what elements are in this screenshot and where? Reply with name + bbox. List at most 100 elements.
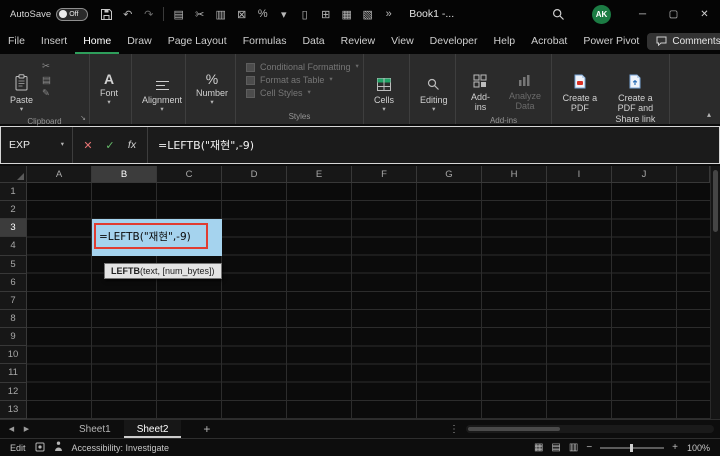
col-header[interactable]: E bbox=[287, 166, 352, 183]
select-all-button[interactable] bbox=[0, 166, 27, 183]
zoom-level[interactable]: 100% bbox=[686, 443, 710, 453]
copy-icon[interactable]: ▤ bbox=[42, 76, 51, 86]
col-header[interactable]: J bbox=[612, 166, 677, 183]
cell-styles-button[interactable]: Cell Styles ▾ bbox=[246, 88, 359, 98]
tab-insert[interactable]: Insert bbox=[33, 28, 75, 54]
tab-formulas[interactable]: Formulas bbox=[235, 28, 295, 54]
qat-cut-icon[interactable]: ✂ bbox=[189, 8, 210, 21]
editing-menu-button[interactable]: Editing ▾ bbox=[414, 61, 454, 117]
accessibility-status[interactable]: Accessibility: Investigate bbox=[72, 443, 170, 453]
col-header[interactable]: B bbox=[92, 166, 157, 183]
row-header[interactable]: 12 bbox=[0, 383, 27, 401]
row-header[interactable]: 6 bbox=[0, 274, 27, 292]
row-header[interactable]: 1 bbox=[0, 183, 27, 201]
autosave-toggle[interactable]: AutoSave Off bbox=[10, 8, 88, 21]
user-avatar[interactable]: AK bbox=[592, 5, 611, 24]
insert-function-button[interactable]: fx bbox=[121, 139, 143, 151]
cells-menu-button[interactable]: Cells ▾ bbox=[368, 61, 400, 117]
row-header[interactable]: 10 bbox=[0, 346, 27, 364]
new-sheet-button[interactable]: + bbox=[203, 420, 210, 438]
macro-record-icon[interactable] bbox=[35, 442, 45, 454]
normal-view-icon[interactable]: ▦ bbox=[534, 442, 543, 453]
horizontal-scrollbar[interactable] bbox=[466, 425, 714, 433]
prev-sheet-icon[interactable]: ◀ bbox=[4, 420, 19, 438]
col-header[interactable]: D bbox=[222, 166, 287, 183]
qat-sort-icon[interactable]: ▾ bbox=[273, 8, 294, 21]
page-break-view-icon[interactable]: ▥ bbox=[569, 442, 578, 453]
qat-copy-icon[interactable]: ▤ bbox=[168, 8, 189, 21]
undo-icon[interactable]: ↶ bbox=[117, 8, 138, 21]
tab-acrobat[interactable]: Acrobat bbox=[523, 28, 575, 54]
zoom-slider[interactable] bbox=[600, 447, 664, 449]
col-header[interactable]: H bbox=[482, 166, 547, 183]
row-header[interactable]: 7 bbox=[0, 292, 27, 310]
tab-file[interactable]: File bbox=[0, 28, 33, 54]
autosave-switch[interactable]: Off bbox=[56, 8, 88, 21]
qat-pivot-icon[interactable]: ▧ bbox=[357, 8, 378, 21]
col-header[interactable]: I bbox=[547, 166, 612, 183]
format-as-table-button[interactable]: Format as Table ▾ bbox=[246, 75, 359, 85]
redo-icon[interactable]: ↷ bbox=[138, 8, 159, 21]
tab-draw[interactable]: Draw bbox=[119, 28, 160, 54]
qat-chart-icon[interactable]: ▦ bbox=[336, 8, 357, 21]
save-icon[interactable] bbox=[96, 8, 117, 21]
search-icon[interactable] bbox=[546, 8, 570, 21]
cancel-icon[interactable]: ✕ bbox=[77, 139, 99, 152]
tab-home[interactable]: Home bbox=[75, 28, 119, 54]
row-header[interactable]: 8 bbox=[0, 310, 27, 328]
sheet-tab-sheet1[interactable]: Sheet1 bbox=[66, 420, 124, 438]
tab-help[interactable]: Help bbox=[486, 28, 524, 54]
row-header[interactable]: 3 bbox=[0, 219, 27, 237]
maximize-button[interactable]: ▢ bbox=[658, 0, 689, 28]
comments-button[interactable]: Comments bbox=[647, 33, 720, 50]
col-header[interactable]: G bbox=[417, 166, 482, 183]
vertical-scrollbar[interactable] bbox=[710, 166, 720, 419]
tab-view[interactable]: View bbox=[383, 28, 422, 54]
qat-percent-icon[interactable]: % bbox=[252, 8, 273, 20]
paste-button[interactable]: Paste ▾ bbox=[4, 57, 39, 117]
row-header[interactable]: 13 bbox=[0, 401, 27, 419]
page-layout-view-icon[interactable]: ▤ bbox=[551, 442, 560, 453]
vertical-scrollbar-thumb[interactable] bbox=[713, 170, 718, 232]
tab-page-layout[interactable]: Page Layout bbox=[160, 28, 235, 54]
tab-power-pivot[interactable]: Power Pivot bbox=[575, 28, 647, 54]
col-header[interactable]: F bbox=[352, 166, 417, 183]
analyze-data-button[interactable]: Analyze Data bbox=[503, 57, 547, 115]
col-header[interactable]: C bbox=[157, 166, 222, 183]
qat-new-doc-icon[interactable]: ▯ bbox=[294, 8, 315, 21]
name-box[interactable]: EXP ▾ bbox=[1, 127, 73, 163]
addins-button[interactable]: Add-ins bbox=[460, 57, 501, 116]
zoom-in-button[interactable]: + bbox=[672, 442, 678, 453]
row-header[interactable]: 11 bbox=[0, 364, 27, 382]
qat-delete-icon[interactable]: ⊠ bbox=[231, 8, 252, 21]
horizontal-scrollbar-thumb[interactable] bbox=[468, 427, 560, 431]
tab-data[interactable]: Data bbox=[294, 28, 332, 54]
number-menu-button[interactable]: % Number ▾ bbox=[190, 69, 234, 110]
cell-selection[interactable]: =LEFTB("재현",-9) bbox=[92, 219, 222, 255]
alignment-menu-button[interactable]: Alignment ▾ bbox=[136, 62, 188, 117]
row-header[interactable]: 5 bbox=[0, 256, 27, 274]
dialog-launcher-icon[interactable]: ↘ bbox=[80, 114, 86, 122]
conditional-formatting-button[interactable]: Conditional Formatting ▾ bbox=[246, 62, 359, 72]
font-menu-button[interactable]: A Font ▾ bbox=[94, 69, 124, 110]
create-pdf-button[interactable]: Create a PDF bbox=[556, 57, 604, 117]
qat-overflow-icon[interactable]: » bbox=[378, 8, 399, 20]
cut-icon[interactable]: ✂ bbox=[42, 62, 51, 72]
tab-review[interactable]: Review bbox=[333, 28, 383, 54]
format-painter-icon[interactable]: ✎ bbox=[42, 89, 51, 99]
create-pdf-share-button[interactable]: Create a PDF and Share link bbox=[606, 57, 665, 127]
tab-developer[interactable]: Developer bbox=[422, 28, 486, 54]
row-header[interactable]: 2 bbox=[0, 201, 27, 219]
more-icon[interactable]: ⋮ bbox=[449, 424, 459, 435]
zoom-slider-thumb[interactable] bbox=[630, 444, 633, 452]
active-cell-editor[interactable]: =LEFTB("재현",-9) bbox=[94, 223, 208, 249]
col-header-partial[interactable] bbox=[677, 166, 710, 183]
formula-input[interactable]: =LEFTB("재현",-9) bbox=[148, 127, 719, 163]
minimize-button[interactable]: ─ bbox=[627, 0, 658, 28]
next-sheet-icon[interactable]: ▶ bbox=[19, 420, 34, 438]
zoom-out-button[interactable]: − bbox=[586, 442, 592, 453]
close-button[interactable]: ✕ bbox=[689, 0, 720, 28]
enter-icon[interactable]: ✓ bbox=[99, 139, 121, 152]
sheet-tab-sheet2[interactable]: Sheet2 bbox=[124, 420, 182, 438]
col-header[interactable]: A bbox=[27, 166, 92, 183]
